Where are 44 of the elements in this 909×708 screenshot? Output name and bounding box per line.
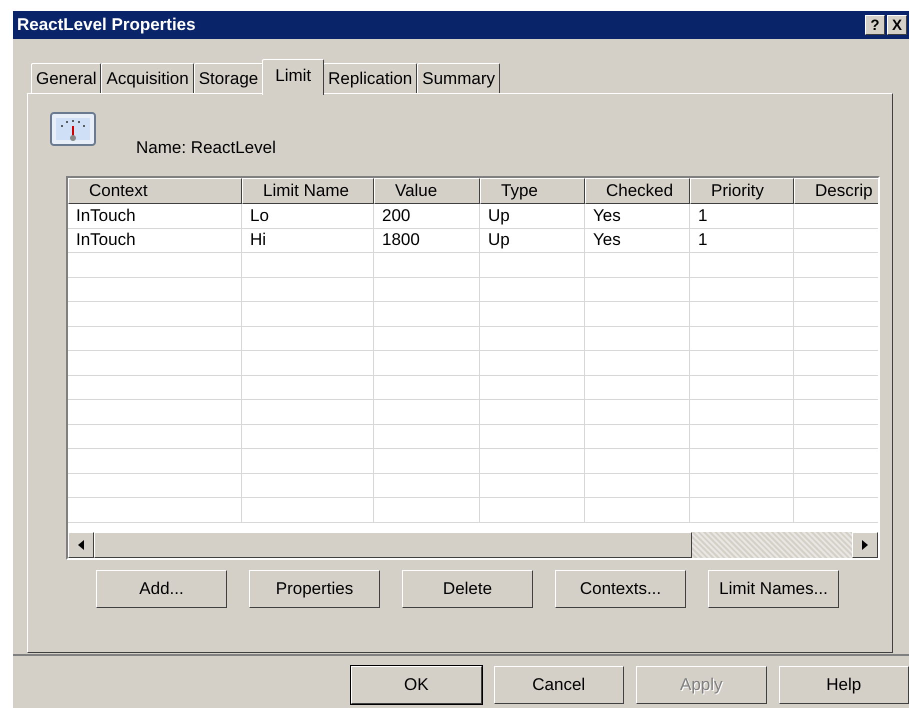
table-cell: 1 <box>690 228 794 253</box>
column-header[interactable]: Type <box>480 178 585 204</box>
column-header[interactable]: Context <box>68 178 242 204</box>
table-cell: Yes <box>585 228 690 253</box>
table-cell: 200 <box>374 204 480 228</box>
column-header[interactable]: Value <box>374 178 480 204</box>
horizontal-scrollbar[interactable] <box>68 532 878 558</box>
scroll-right-button[interactable] <box>852 532 878 558</box>
close-button[interactable]: X <box>887 15 907 35</box>
table-cell: Up <box>480 204 585 228</box>
column-header[interactable]: Limit Name <box>242 178 374 204</box>
right-triangle-icon <box>861 540 869 550</box>
table-cell: 1 <box>690 204 794 228</box>
panel-button[interactable]: Add... <box>96 570 227 608</box>
dialog-button[interactable]: Help <box>778 666 909 704</box>
name-label: Name: ReactLevel <box>136 138 276 158</box>
panel-button[interactable]: Properties <box>249 570 380 608</box>
column-header[interactable]: Priority <box>690 178 794 204</box>
column-header[interactable]: Descrip <box>794 178 878 204</box>
panel-button[interactable]: Limit Names... <box>708 570 839 608</box>
panel-button[interactable]: Delete <box>402 570 533 608</box>
tab[interactable]: Storage <box>194 63 264 93</box>
tab[interactable]: Summary <box>417 63 500 93</box>
tab[interactable]: Replication <box>323 63 418 93</box>
tab[interactable]: Acquisition <box>101 63 194 93</box>
table-cell: Lo <box>242 204 374 228</box>
table-cell: Hi <box>242 228 374 253</box>
table-cell: Up <box>480 228 585 253</box>
gauge-icon <box>50 112 98 148</box>
dialog-button[interactable]: Cancel <box>494 666 624 704</box>
tab[interactable]: General <box>31 63 102 93</box>
table-cell: InTouch <box>68 204 242 228</box>
window-title: ReactLevel Properties <box>17 15 197 35</box>
scroll-left-button[interactable] <box>68 532 94 558</box>
panel-button[interactable]: Contexts... <box>555 570 686 608</box>
table-cell: 1800 <box>374 228 480 253</box>
help-button[interactable]: ? <box>865 15 885 35</box>
table-cell: Yes <box>585 204 690 228</box>
tab[interactable]: Limit <box>262 59 324 95</box>
dialog-button[interactable]: OK <box>351 666 482 704</box>
column-header[interactable]: Checked <box>585 178 690 204</box>
scroll-thumb[interactable] <box>94 532 692 558</box>
table-cell: InTouch <box>68 228 242 253</box>
left-triangle-icon <box>77 540 85 550</box>
